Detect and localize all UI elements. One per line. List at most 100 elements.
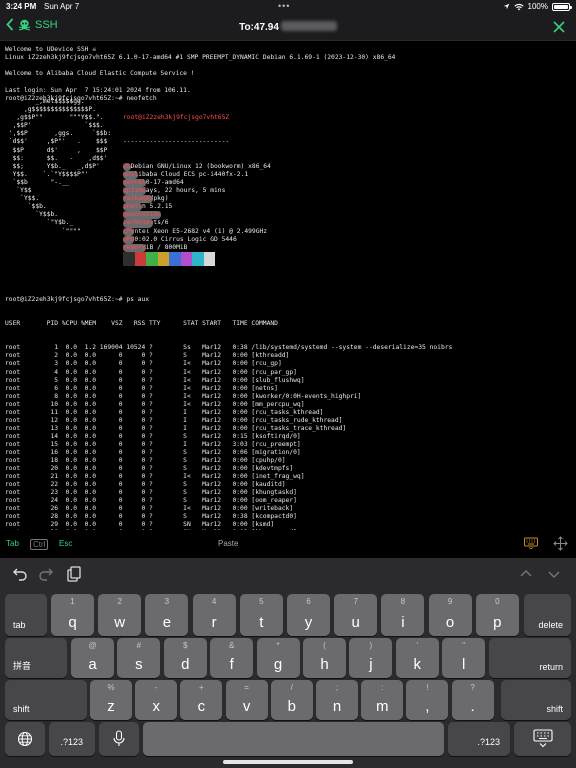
- key-label: c: [197, 698, 206, 715]
- key-a[interactable]: @ a: [71, 638, 114, 678]
- key-label: r: [211, 614, 217, 631]
- key-label: s: [135, 656, 143, 673]
- key-r[interactable]: 4r: [192, 594, 236, 636]
- key-label: z: [107, 698, 115, 715]
- key-t[interactable]: 5t: [239, 594, 283, 636]
- key-h[interactable]: (h: [303, 638, 346, 678]
- neofetch-host: root@iZ2zeh3kj9fcjsgo7vht65Z: [123, 114, 230, 122]
- key-k[interactable]: ' k: [395, 638, 439, 678]
- neofetch-row: Resolution: 1024x768: [123, 211, 271, 220]
- tab-keyboard-key[interactable]: tab: [5, 594, 47, 636]
- key-m[interactable]: :m: [361, 680, 404, 720]
- key-v[interactable]: = v: [225, 680, 268, 720]
- ascii-art-line: `"Y$b._: [5, 219, 74, 227]
- process-row: root 12 0.0 0.0 0 0 ? I Mar12 0:00 [rcu_…: [5, 416, 343, 424]
- neofetch-value: Intel Xeon E5-2682 v4 (1) @ 2.499GHz: [130, 227, 268, 235]
- key-i[interactable]: 8i: [381, 594, 425, 636]
- neofetch-row: Memory: 169MiB / 800MiB: [123, 243, 271, 252]
- space-bar[interactable]: [143, 722, 444, 756]
- process-row: root 21 0.0 0.0 0 0 ? I< Mar12 0:00 [ine…: [5, 473, 305, 481]
- globe-key[interactable]: [5, 722, 45, 756]
- key-hint: @: [88, 641, 97, 650]
- key-e[interactable]: 3e: [145, 594, 189, 636]
- pinyin-key[interactable]: 拼音: [5, 638, 67, 678]
- esc-key[interactable]: Esc: [59, 539, 72, 548]
- neofetch-key: Uptime: [123, 187, 146, 196]
- key-label: x: [152, 698, 160, 715]
- shift-right-key[interactable]: shift: [501, 680, 571, 720]
- key-f[interactable]: & f: [210, 638, 254, 678]
- key-x[interactable]: -x: [135, 680, 178, 720]
- key-hint: *: [276, 641, 280, 650]
- key-hint: 0: [495, 597, 500, 606]
- tab-key[interactable]: Tab: [6, 539, 19, 548]
- numbers-key-left[interactable]: .?123: [49, 722, 95, 756]
- key-w[interactable]: 2w: [98, 594, 142, 636]
- key-d[interactable]: $ d: [163, 638, 207, 678]
- process-row: root 5 0.0 0.0 0 0 ? I< Mar12 0:00 [slub…: [5, 376, 305, 384]
- process-row: root 30 0.0 0.0 0 0 ? SN Mar12 0:13 [khu…: [5, 529, 452, 530]
- process-row: root 26 0.0 0.0 0 0 ? I< Mar12 0:00 [wri…: [5, 505, 294, 513]
- terminal-view[interactable]: Welcome to UDevice SSH ☠ Linux iZ2zeh3kj9…: [0, 42, 576, 530]
- close-icon[interactable]: [552, 20, 566, 34]
- shift-left-key[interactable]: shift: [5, 680, 87, 720]
- key-b[interactable]: / b: [270, 680, 313, 720]
- palette-swatch: [180, 252, 192, 266]
- key-j[interactable]: ) j: [349, 638, 393, 678]
- key-hint: (: [323, 641, 326, 650]
- key-s[interactable]: # s: [117, 638, 161, 678]
- key-u[interactable]: 7u: [334, 594, 378, 636]
- dismiss-keyboard-key[interactable]: [514, 722, 571, 756]
- key-o[interactable]: 9o: [428, 594, 472, 636]
- process-row: root 23 0.0 0.0 0 0 ? S Mar12 0:00 [khun…: [5, 489, 297, 497]
- process-row: root 8 0.0 0.0 0 0 ? I< Mar12 0:00 [kwor…: [5, 392, 362, 400]
- redo-icon[interactable]: [38, 566, 54, 582]
- key-q[interactable]: 1q: [51, 594, 94, 636]
- keyboard-icon[interactable]: [524, 537, 538, 549]
- home-indicator[interactable]: [223, 760, 353, 764]
- chevron-up-icon[interactable]: [518, 566, 534, 582]
- process-row: root 2 0.0 0.0 0 0 ? S Mar12 0:00 [kthre…: [5, 352, 290, 360]
- key-label: o: [445, 614, 455, 631]
- neofetch-key: Kernel: [123, 178, 146, 188]
- key-hint: +: [199, 683, 204, 692]
- ascii-art-line: `d$$' ,$P"' . $$$: [5, 138, 108, 146]
- palette-swatch: [146, 252, 158, 266]
- key-g[interactable]: * g: [256, 638, 300, 678]
- key-hint: 6: [306, 597, 311, 606]
- key-label: f: [229, 656, 234, 673]
- dictation-key[interactable]: [99, 722, 139, 756]
- keyboard-dismiss-icon: [533, 729, 553, 748]
- move-cursor-icon[interactable]: [553, 536, 568, 551]
- key-,[interactable]: !,: [406, 680, 449, 720]
- neofetch-row: OS: Debian GNU/Linux 12 (bookworm) x86_6…: [123, 162, 271, 171]
- microphone-icon: [113, 730, 125, 746]
- ascii-art-line: `$$b "-.__: [5, 178, 70, 186]
- wifi-icon: [513, 3, 524, 10]
- key-.[interactable]: ?.: [451, 680, 494, 720]
- key-p[interactable]: 0p: [475, 594, 519, 636]
- key-n[interactable]: ; n: [316, 680, 358, 720]
- ascii-art-line: `"""": [5, 227, 81, 235]
- battery-icon: [552, 2, 572, 11]
- terminal-line: Welcome to UDevice SSH ☠: [5, 46, 96, 53]
- key-label: j: [369, 656, 373, 673]
- numbers-key-right[interactable]: .?123: [448, 722, 510, 756]
- paste-button[interactable]: Paste: [218, 539, 238, 548]
- multitask-dots-icon[interactable]: •••: [278, 1, 290, 11]
- ascii-art-line: ,g$$$$$$$$$$$$$$$P.: [5, 106, 96, 114]
- key-hint: 3: [164, 597, 170, 606]
- ctrl-key[interactable]: Ctrl: [30, 539, 49, 550]
- process-row: root 4 0.0 0.0 0 0 ? I< Mar12 0:00 [rcu_…: [5, 368, 297, 376]
- return-key[interactable]: return: [489, 638, 571, 678]
- neofetch-key: Shell: [123, 203, 142, 212]
- key-z[interactable]: % z: [90, 680, 132, 720]
- key-c[interactable]: + c: [180, 680, 223, 720]
- paste-clipboard-icon[interactable]: [66, 566, 82, 582]
- chevron-down-icon[interactable]: [546, 566, 562, 582]
- process-row: root 18 0.0 0.0 0 0 ? S Mar12 0:00 [cpuh…: [5, 457, 286, 465]
- undo-icon[interactable]: [12, 566, 28, 582]
- key-l[interactable]: " l: [442, 638, 486, 678]
- delete-key[interactable]: delete: [524, 594, 571, 636]
- key-y[interactable]: 6y: [287, 594, 330, 636]
